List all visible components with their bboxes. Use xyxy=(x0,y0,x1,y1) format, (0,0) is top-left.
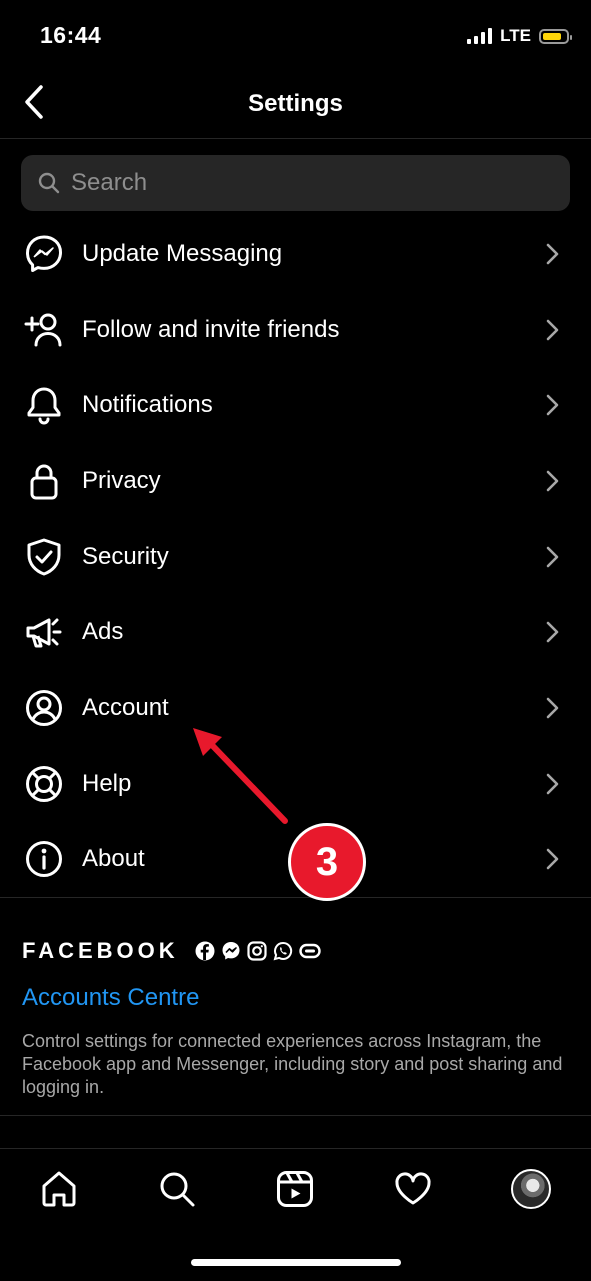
home-indicator xyxy=(191,1259,401,1266)
reels-icon xyxy=(277,1171,313,1207)
home-icon xyxy=(42,1171,76,1207)
annotation-arrow xyxy=(193,728,288,824)
tab-profile[interactable] xyxy=(509,1167,553,1211)
tab-reels[interactable] xyxy=(273,1167,317,1211)
tab-home[interactable] xyxy=(37,1167,81,1211)
heart-icon xyxy=(395,1172,431,1205)
tab-activity[interactable] xyxy=(391,1167,435,1211)
profile-avatar xyxy=(511,1169,551,1209)
tab-search[interactable] xyxy=(155,1167,199,1211)
search-icon xyxy=(160,1172,195,1207)
annotation-badge: 3 xyxy=(288,823,366,901)
